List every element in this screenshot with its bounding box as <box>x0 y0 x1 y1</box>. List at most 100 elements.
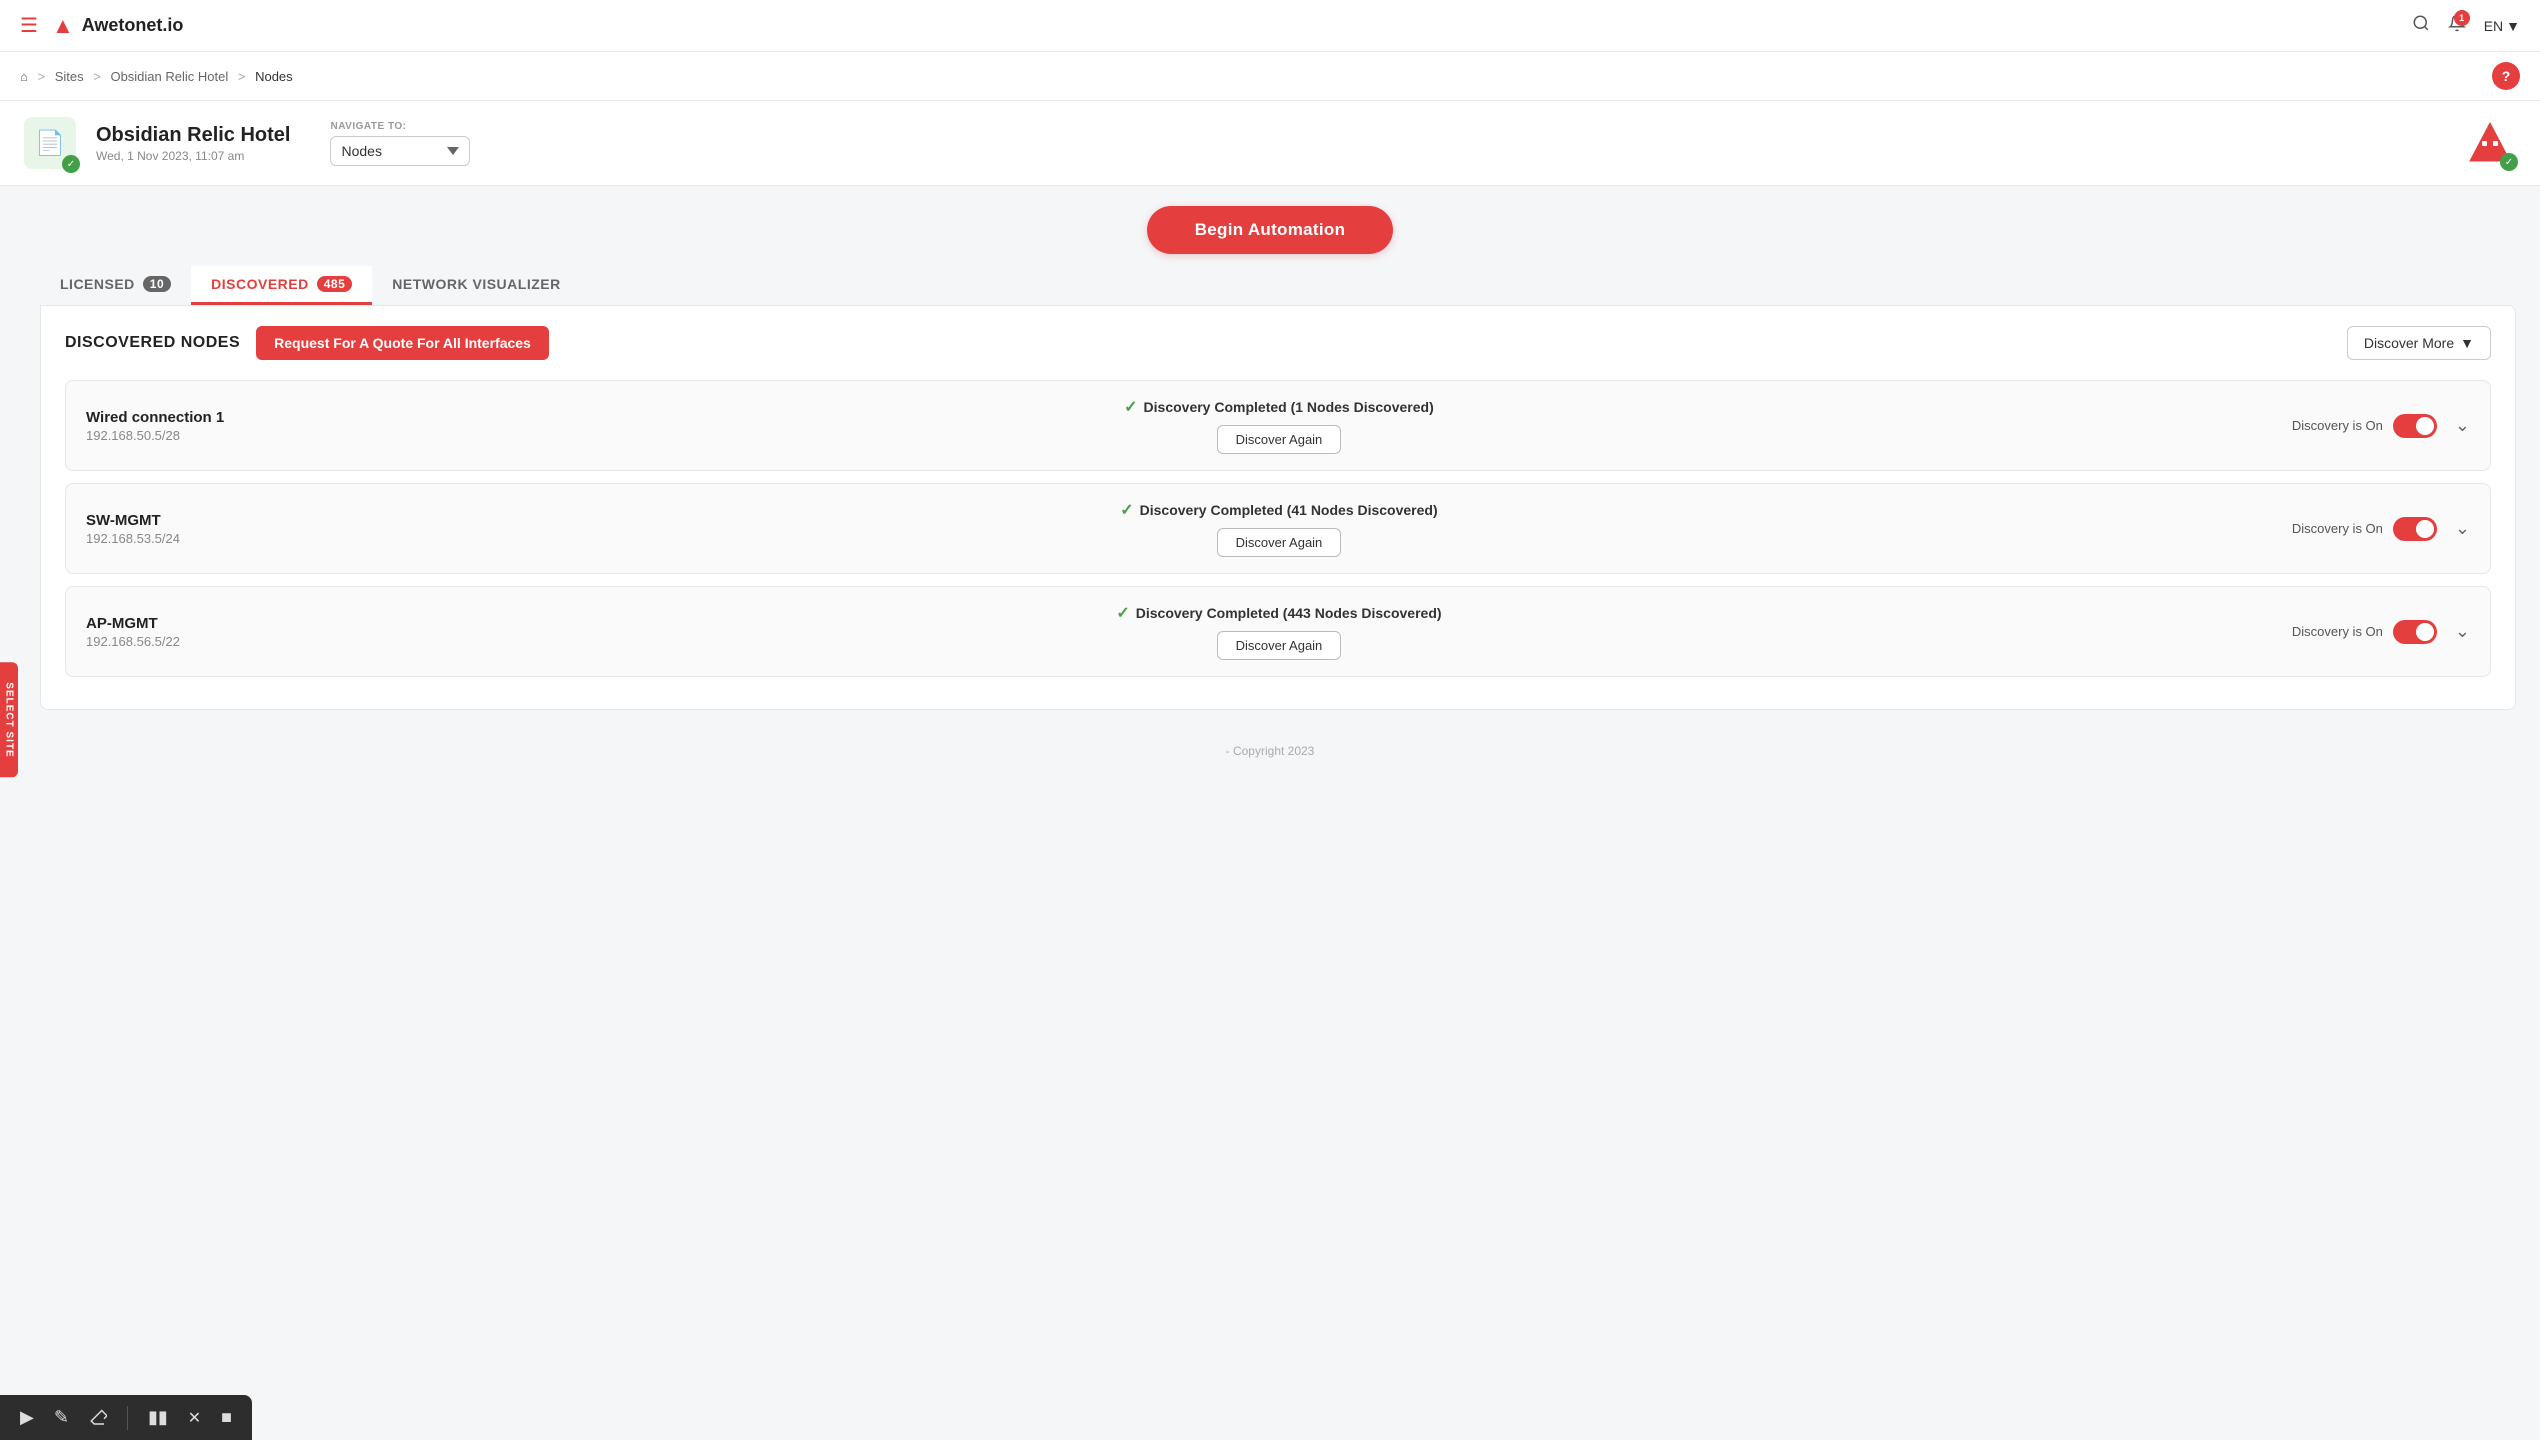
menu-button[interactable]: ☰ <box>20 13 38 38</box>
robot-status-badge: ✓ <box>2500 153 2518 171</box>
discover-more-chevron-icon: ▼ <box>2460 335 2474 351</box>
node-toggle-area-wired1: Discovery is On ⌄ <box>2292 414 2470 438</box>
node-row-wired1: Wired connection 1 192.168.50.5/28 ✓ Dis… <box>65 380 2491 471</box>
tab-licensed[interactable]: LICENSED 10 <box>40 266 191 305</box>
nodes-panel-header: DISCOVERED NODES Request For A Quote For… <box>65 326 2491 360</box>
close-tool-button[interactable]: ✕ <box>184 1404 205 1432</box>
toggle-label-ap-mgmt: Discovery is On <box>2292 624 2383 639</box>
quote-button[interactable]: Request For A Quote For All Interfaces <box>256 326 549 360</box>
toggle-label-wired1: Discovery is On <box>2292 418 2383 433</box>
node-ip-ap-mgmt: 192.168.56.5/22 <box>86 634 266 649</box>
breadcrumb-hotel[interactable]: Obsidian Relic Hotel <box>110 69 228 84</box>
discovery-text-wired1: Discovery Completed (1 Nodes Discovered) <box>1144 399 1434 415</box>
breadcrumb-sites[interactable]: Sites <box>55 69 84 84</box>
site-info: Obsidian Relic Hotel Wed, 1 Nov 2023, 11… <box>96 124 290 163</box>
pause-tool-button[interactable]: ▮▮ <box>144 1403 172 1432</box>
nodes-panel: DISCOVERED NODES Request For A Quote For… <box>40 305 2516 710</box>
search-button[interactable] <box>2412 14 2430 37</box>
tab-discovered-label: DISCOVERED <box>211 276 309 292</box>
notifications-button[interactable]: 1 <box>2448 14 2466 37</box>
stop-tool-button[interactable]: ■ <box>217 1403 236 1432</box>
breadcrumb-bar: ⌂ > Sites > Obsidian Relic Hotel > Nodes… <box>0 52 2540 101</box>
page-header: 📄 ✓ Obsidian Relic Hotel Wed, 1 Nov 2023… <box>0 101 2540 186</box>
expand-button-wired1[interactable]: ⌄ <box>2455 415 2470 436</box>
discovery-text-sw-mgmt: Discovery Completed (41 Nodes Discovered… <box>1140 502 1438 518</box>
node-ip-wired1: 192.168.50.5/28 <box>86 428 266 443</box>
side-collapse-tab[interactable]: SELECT SITE <box>0 662 18 777</box>
node-row-sw-mgmt: SW-MGMT 192.168.53.5/24 ✓ Discovery Comp… <box>65 483 2491 574</box>
topnav: ☰ ▲ Awetonet.io 1 EN ▼ <box>0 0 2540 52</box>
copyright-text: - Copyright 2023 <box>1226 744 1315 758</box>
breadcrumb-current: Nodes <box>255 69 293 84</box>
discover-more-button[interactable]: Discover More ▼ <box>2347 326 2491 360</box>
toggle-switch-sw-mgmt[interactable] <box>2393 517 2437 541</box>
cursor-tool-button[interactable]: ▶ <box>16 1403 38 1432</box>
begin-automation-button[interactable]: Begin Automation <box>1147 206 1394 254</box>
tab-licensed-label: LICENSED <box>60 276 135 292</box>
node-name-wired1: Wired connection 1 <box>86 409 266 426</box>
toggle-switch-ap-mgmt[interactable] <box>2393 620 2437 644</box>
check-icon-sw-mgmt: ✓ <box>1120 500 1133 520</box>
node-toggle-area-ap-mgmt: Discovery is On ⌄ <box>2292 620 2470 644</box>
node-ip-sw-mgmt: 192.168.53.5/24 <box>86 531 266 546</box>
pencil-tool-button[interactable]: ✎ <box>50 1403 73 1432</box>
node-info-sw-mgmt: SW-MGMT 192.168.53.5/24 <box>86 512 266 546</box>
navigate-dropdown: NAVIGATE TO: Nodes Overview Settings Lic… <box>330 121 470 166</box>
notification-badge: 1 <box>2454 10 2470 26</box>
expand-button-sw-mgmt[interactable]: ⌄ <box>2455 518 2470 539</box>
discovery-status-wired1: ✓ Discovery Completed (1 Nodes Discovere… <box>1124 397 1434 417</box>
breadcrumb-sep-2: > <box>93 69 101 84</box>
lang-chevron-icon: ▼ <box>2506 18 2520 34</box>
eraser-tool-button[interactable] <box>85 1405 111 1431</box>
node-discovery-ap-mgmt: ✓ Discovery Completed (443 Nodes Discove… <box>282 603 2276 660</box>
site-date: Wed, 1 Nov 2023, 11:07 am <box>96 149 290 163</box>
topnav-right: 1 EN ▼ <box>2412 14 2520 37</box>
logo-icon: ▲ <box>52 13 74 39</box>
document-icon: 📄 <box>35 129 65 158</box>
robot-icon-area: ✓ <box>2464 117 2516 169</box>
home-icon: ⌂ <box>20 69 28 84</box>
nodes-panel-title: DISCOVERED NODES <box>65 334 240 352</box>
discover-again-button-sw-mgmt[interactable]: Discover Again <box>1217 528 1342 557</box>
nodes-list: Wired connection 1 192.168.50.5/28 ✓ Dis… <box>65 380 2491 677</box>
tab-network-visualizer[interactable]: NETWORK VISUALIZER <box>372 266 580 305</box>
node-toggle-area-sw-mgmt: Discovery is On ⌄ <box>2292 517 2470 541</box>
discover-more-label: Discover More <box>2364 335 2454 351</box>
breadcrumb-home[interactable]: ⌂ <box>20 69 31 84</box>
site-status-badge: ✓ <box>62 155 80 173</box>
lang-label: EN <box>2484 18 2503 34</box>
help-button[interactable]: ? <box>2492 62 2520 90</box>
app-name: Awetonet.io <box>82 15 184 36</box>
toggle-label-sw-mgmt: Discovery is On <box>2292 521 2383 536</box>
breadcrumb: ⌂ > Sites > Obsidian Relic Hotel > Nodes <box>20 69 293 84</box>
footer-toolbar: ▶ ✎ ▮▮ ✕ ■ <box>0 1395 252 1440</box>
breadcrumb-sep-1: > <box>37 69 45 84</box>
pause-icon: ▮▮ <box>148 1407 168 1428</box>
node-row-ap-mgmt: AP-MGMT 192.168.56.5/22 ✓ Discovery Comp… <box>65 586 2491 677</box>
side-collapse-label: SELECT SITE <box>4 682 15 757</box>
check-icon-ap-mgmt: ✓ <box>1116 603 1129 623</box>
copyright: - Copyright 2023 <box>0 734 2540 808</box>
discover-again-button-ap-mgmt[interactable]: Discover Again <box>1217 631 1342 660</box>
discovery-status-sw-mgmt: ✓ Discovery Completed (41 Nodes Discover… <box>1120 500 1437 520</box>
node-info-wired1: Wired connection 1 192.168.50.5/28 <box>86 409 266 443</box>
tab-licensed-count: 10 <box>143 276 171 292</box>
toggle-switch-wired1[interactable] <box>2393 414 2437 438</box>
language-selector[interactable]: EN ▼ <box>2484 18 2520 34</box>
cursor-icon: ▶ <box>20 1407 34 1428</box>
pencil-icon: ✎ <box>54 1407 69 1428</box>
expand-button-ap-mgmt[interactable]: ⌄ <box>2455 621 2470 642</box>
navigate-select[interactable]: Nodes Overview Settings Licenses <box>330 136 470 166</box>
automation-bar: Begin Automation <box>0 186 2540 266</box>
check-icon-wired1: ✓ <box>1124 397 1137 417</box>
main-content: LICENSED 10 DISCOVERED 485 NETWORK VISUA… <box>0 266 2540 734</box>
tab-discovered-count: 485 <box>317 276 353 292</box>
discover-again-button-wired1[interactable]: Discover Again <box>1217 425 1342 454</box>
tab-discovered[interactable]: DISCOVERED 485 <box>191 266 372 305</box>
node-discovery-wired1: ✓ Discovery Completed (1 Nodes Discovere… <box>282 397 2276 454</box>
tabs-bar: LICENSED 10 DISCOVERED 485 NETWORK VISUA… <box>40 266 2516 305</box>
discovery-status-ap-mgmt: ✓ Discovery Completed (443 Nodes Discove… <box>1116 603 1441 623</box>
toolbar-separator <box>127 1406 128 1430</box>
node-info-ap-mgmt: AP-MGMT 192.168.56.5/22 <box>86 615 266 649</box>
node-name-sw-mgmt: SW-MGMT <box>86 512 266 529</box>
